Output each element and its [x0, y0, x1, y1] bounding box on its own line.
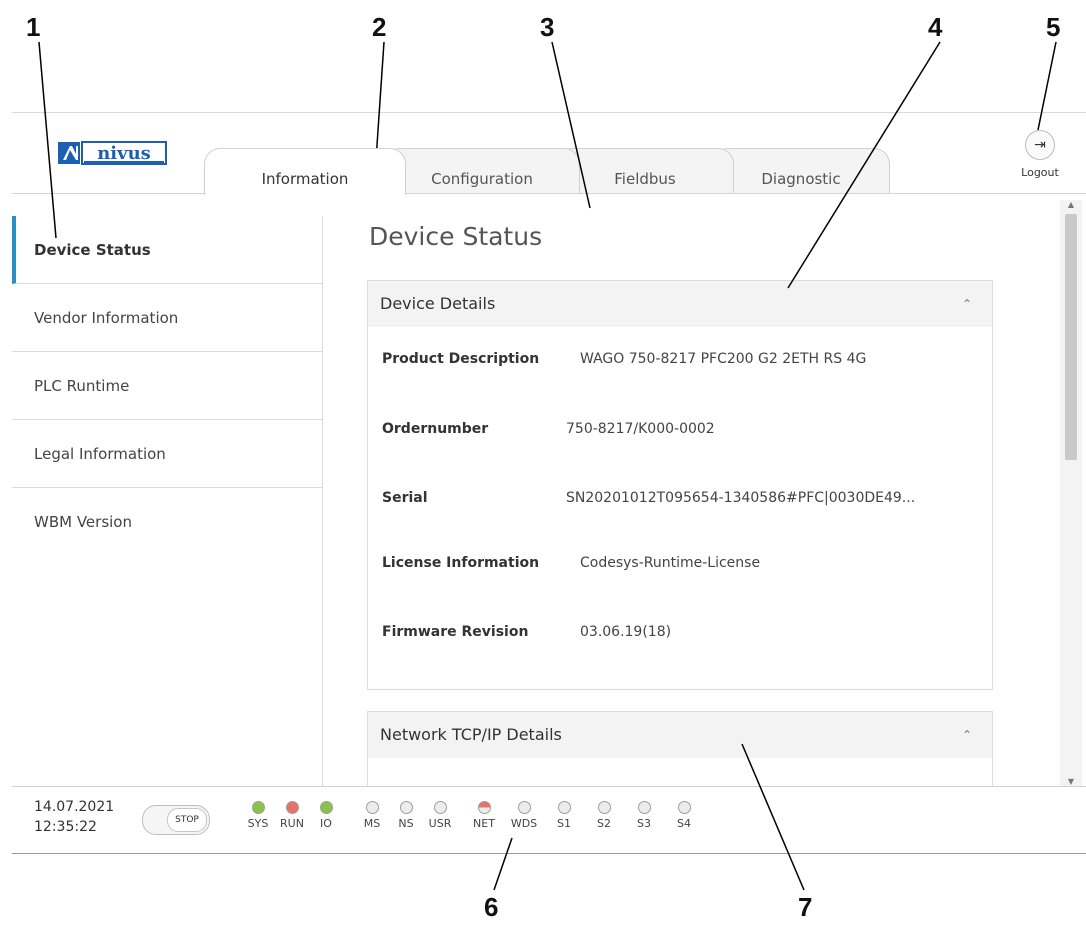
led-net: NET: [466, 801, 502, 830]
stop-label: STOP: [167, 808, 207, 832]
detail-value: 03.06.19(18): [580, 624, 672, 640]
logout-button[interactable]: ⇥ Logout: [1014, 130, 1066, 179]
device-details-panel: Device Details ⌃ Product Description WAG…: [367, 280, 993, 690]
led-s2: S2: [586, 801, 622, 830]
led-ns: NS: [388, 801, 424, 830]
tab-fieldbus[interactable]: Fieldbus: [556, 148, 734, 193]
logout-label: Logout: [1021, 166, 1059, 179]
tab-diagnostic-label: Diagnostic: [761, 170, 841, 188]
led-indicator: [517, 801, 531, 814]
detail-label: License Information: [382, 555, 540, 571]
detail-label: Product Description: [382, 351, 540, 367]
led-sys: SYS: [240, 801, 276, 830]
callout-4: 4: [928, 12, 943, 42]
callout-2: 2: [372, 12, 387, 42]
detail-value: WAGO 750-8217 PFC200 G2 2ETH RS 4G: [580, 351, 867, 367]
sidebar-item-label: Vendor Information: [34, 309, 179, 327]
led-label: MS: [363, 817, 381, 830]
led-s3: S3: [626, 801, 662, 830]
tab-diagnostic[interactable]: Diagnostic: [712, 148, 890, 193]
led-s4: S4: [666, 801, 702, 830]
led-label: S4: [677, 817, 691, 830]
main-content: Device Status Device Details ⌃ Product D…: [324, 200, 1060, 786]
led-io: IO: [308, 801, 344, 830]
callout-5: 5: [1046, 12, 1061, 42]
network-details-panel: Network TCP/IP Details ⌃: [367, 711, 993, 786]
status-bar: 14.07.2021 12:35:22 STOP SYS RUN IO MS NS USR…: [12, 786, 1086, 853]
logout-icon: ⇥: [1025, 130, 1055, 160]
led-label: USR: [428, 817, 452, 830]
sidebar-item-legal-information[interactable]: Legal Information: [12, 420, 322, 488]
detail-label: Firmware Revision: [382, 624, 529, 640]
detail-label: Ordernumber: [382, 421, 489, 437]
tab-fieldbus-label: Fieldbus: [614, 170, 676, 188]
detail-value: Codesys-Runtime-License: [580, 555, 761, 571]
status-date: 14.07.2021: [34, 799, 115, 815]
led-label: NET: [473, 817, 495, 830]
chevron-up-icon[interactable]: ⌃: [962, 281, 972, 327]
sidebar-item-wbm-version[interactable]: WBM Version: [12, 488, 322, 556]
chevron-up-icon[interactable]: ⌃: [962, 712, 972, 758]
led-wds: WDS: [506, 801, 542, 830]
led-indicator: [285, 801, 299, 814]
vertical-scrollbar[interactable]: ▲ ▼: [1060, 200, 1082, 786]
detail-value: SN20201012T095654-1340586#PFC|0030DE49..…: [566, 490, 916, 506]
led-label: NS: [398, 817, 414, 830]
sidebar-item-device-status[interactable]: Device Status: [12, 216, 322, 284]
sidebar-item-plc-runtime[interactable]: PLC Runtime: [12, 352, 322, 420]
tab-configuration-label: Configuration: [431, 170, 533, 188]
logo-text: nivus: [97, 143, 151, 164]
led-label: S3: [637, 817, 651, 830]
led-indicator: [399, 801, 413, 814]
led-label: S1: [557, 817, 571, 830]
led-run: RUN: [274, 801, 310, 830]
led-indicator: [677, 801, 691, 814]
scrollbar-thumb[interactable]: [1065, 214, 1077, 460]
callout-3: 3: [540, 12, 555, 42]
tab-information-label: Information: [261, 170, 349, 188]
run-stop-toggle[interactable]: STOP: [142, 805, 210, 835]
page-title: Device Status: [369, 222, 543, 251]
led-indicator: [251, 801, 265, 814]
led-s1: S1: [546, 801, 582, 830]
status-time: 12:35:22: [34, 819, 97, 835]
led-indicator: [637, 801, 651, 814]
tab-bar-divider: [12, 193, 1086, 194]
tab-information[interactable]: Information: [204, 148, 406, 195]
led-indicator: [477, 801, 491, 814]
sidebar-item-label: Legal Information: [34, 445, 166, 463]
callout-6: 6: [484, 892, 499, 922]
device-details-title: Device Details: [380, 294, 496, 313]
led-indicator: [557, 801, 571, 814]
led-label: S2: [597, 817, 611, 830]
detail-value: 750-8217/K000-0002: [566, 421, 715, 437]
led-usr: USR: [422, 801, 458, 830]
nivus-logo: nivus: [58, 141, 167, 165]
scroll-down-arrow-icon[interactable]: ▼: [1060, 777, 1082, 786]
scroll-up-arrow-icon[interactable]: ▲: [1060, 200, 1082, 209]
led-indicator: [433, 801, 447, 814]
tab-configuration[interactable]: Configuration: [384, 148, 580, 193]
led-label: SYS: [247, 817, 269, 830]
sidebar: Device Status Vendor Information PLC Run…: [12, 216, 323, 786]
led-label: RUN: [280, 817, 304, 830]
callout-1: 1: [26, 12, 41, 42]
led-indicator: [319, 801, 333, 814]
network-details-title: Network TCP/IP Details: [380, 725, 562, 744]
led-indicator: [597, 801, 611, 814]
led-ms: MS: [354, 801, 390, 830]
led-label: WDS: [510, 817, 538, 830]
sidebar-item-vendor-information[interactable]: Vendor Information: [12, 284, 322, 352]
sidebar-item-label: PLC Runtime: [34, 377, 130, 395]
callout-7: 7: [798, 892, 813, 922]
sidebar-item-label: WBM Version: [34, 513, 132, 531]
detail-label: Serial: [382, 490, 428, 506]
led-indicator: [365, 801, 379, 814]
led-label: IO: [320, 817, 332, 830]
sidebar-item-label: Device Status: [34, 241, 151, 259]
network-details-header[interactable]: Network TCP/IP Details ⌃: [368, 712, 992, 758]
device-details-header[interactable]: Device Details ⌃: [368, 281, 992, 327]
